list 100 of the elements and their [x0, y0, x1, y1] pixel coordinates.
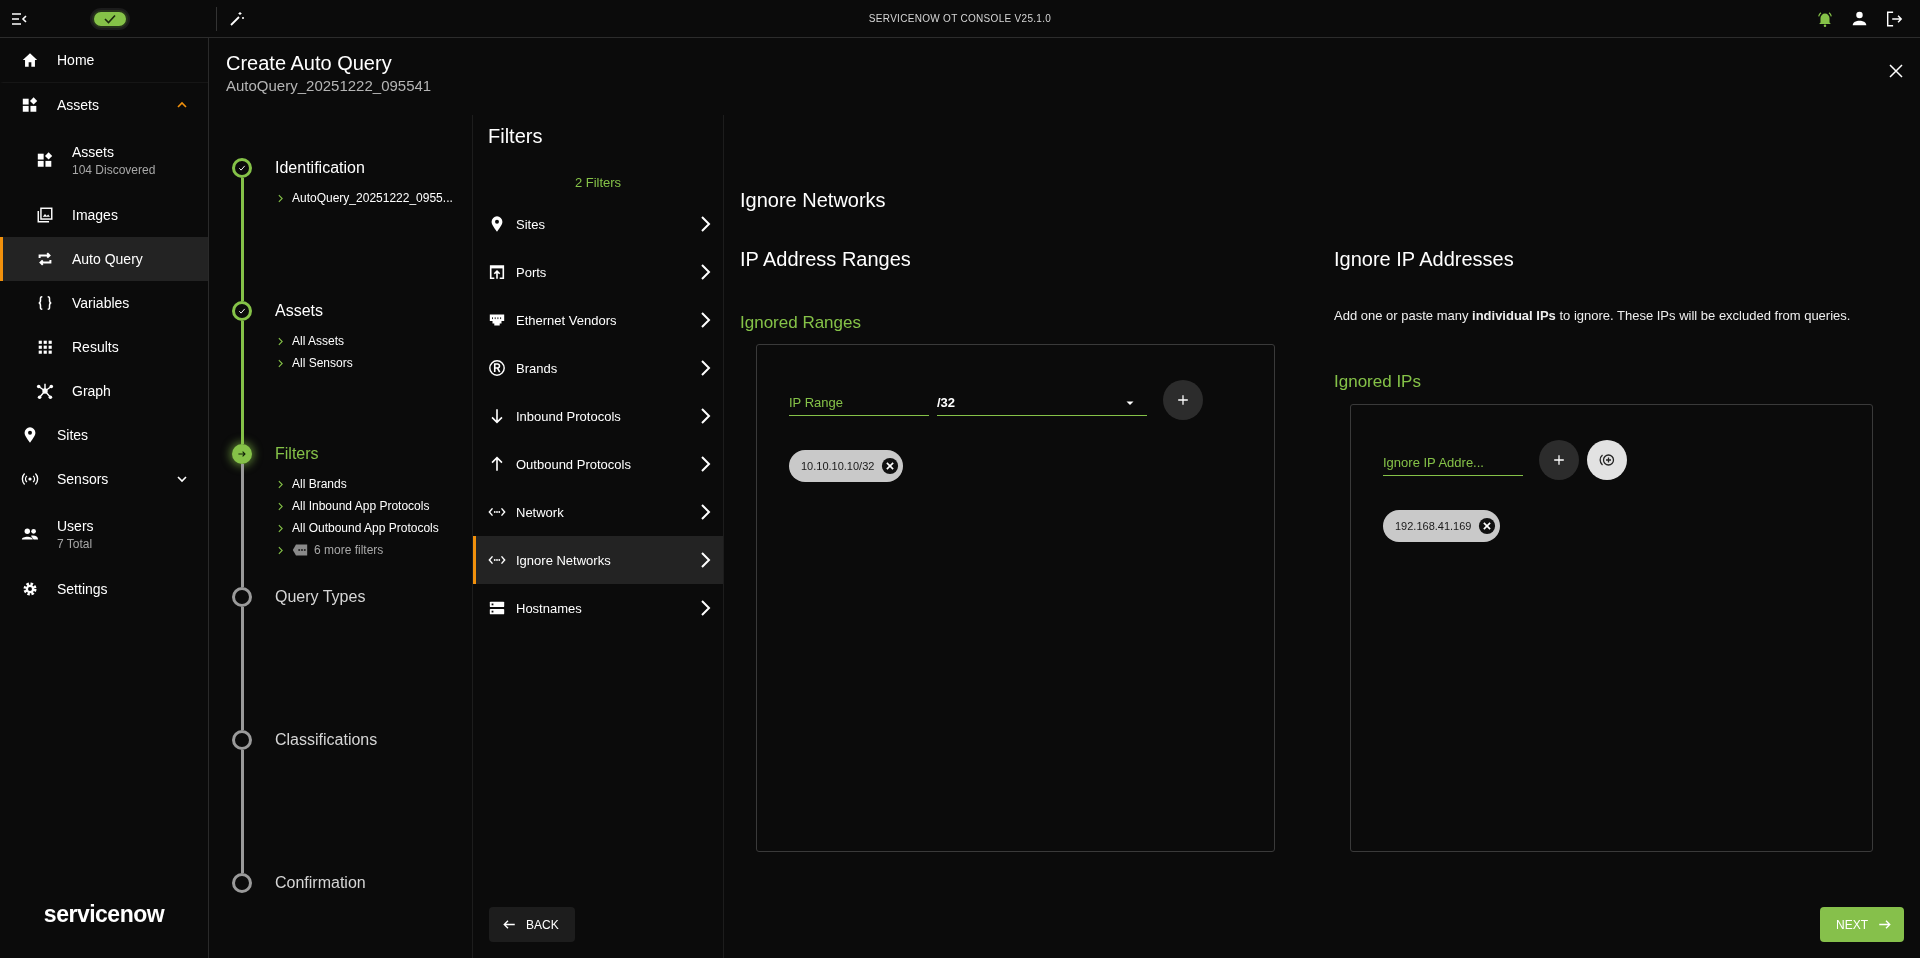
- close-icon[interactable]: [1889, 64, 1903, 78]
- nav-item[interactable]: Sites: [0, 413, 208, 457]
- nav-label: Assets: [57, 97, 99, 113]
- filter-label: Ports: [516, 264, 547, 280]
- nav-label: Results: [72, 339, 119, 355]
- filter-item[interactable]: Hostnames: [473, 584, 723, 632]
- step-detail: All Inbound App Protocols: [292, 499, 430, 513]
- nav-item[interactable]: Assets: [0, 83, 208, 127]
- nav-item[interactable]: Users 7 Total: [0, 501, 208, 567]
- nav-item[interactable]: Sensors: [0, 457, 208, 501]
- ip-chip[interactable]: 10.10.10.10/32: [789, 450, 904, 482]
- filter-item[interactable]: Brands: [473, 344, 723, 392]
- filter-item[interactable]: Network: [473, 488, 723, 536]
- filter-label: Brands: [516, 360, 558, 376]
- remove-icon[interactable]: [881, 457, 900, 475]
- filter-item[interactable]: Ports: [473, 248, 723, 296]
- arrow-right-icon: [1877, 917, 1892, 932]
- step-detail: 6 more filters: [314, 543, 384, 557]
- step-title[interactable]: Identification: [275, 157, 472, 179]
- subsection-title: Ignored Ranges: [740, 313, 862, 333]
- images-icon: [36, 206, 54, 224]
- gear-icon: [21, 580, 39, 598]
- nav-count: 104 Discovered: [72, 162, 156, 177]
- logo: servicenow: [43, 901, 165, 928]
- paste-button[interactable]: [1587, 440, 1627, 480]
- filter-label: Outbound Protocols: [516, 456, 631, 472]
- nav-item[interactable]: Auto Query: [0, 237, 208, 281]
- status-toggle[interactable]: [92, 9, 128, 28]
- nav-label: Graph: [72, 383, 111, 399]
- upload-box-icon: [488, 263, 506, 281]
- server-icon: [488, 599, 506, 617]
- step-detail: AutoQuery_20251222_0955...: [292, 191, 453, 205]
- filter-label: Ignore Networks: [516, 552, 611, 568]
- ip-address-field[interactable]: Ignore IP Addre...: [1383, 444, 1523, 476]
- mask-select[interactable]: /32: [937, 384, 1147, 416]
- filter-item[interactable]: Outbound Protocols: [473, 440, 723, 488]
- page-subtitle: AutoQuery_20251222_095541: [226, 76, 432, 96]
- step-title[interactable]: Classifications: [275, 729, 472, 751]
- nav-count: 7 Total: [57, 536, 94, 551]
- nav-label: Settings: [57, 581, 108, 597]
- add-button[interactable]: [1163, 380, 1203, 420]
- nav-label: Variables: [72, 295, 130, 311]
- step-title[interactable]: Assets: [275, 300, 472, 322]
- filter-label: Sites: [516, 216, 545, 232]
- nav-item[interactable]: Images: [0, 193, 208, 237]
- grid-icon: [36, 338, 54, 356]
- nav-item[interactable]: Assets 104 Discovered: [0, 127, 208, 193]
- nav-item[interactable]: Graph: [0, 369, 208, 413]
- panel-title: Filters: [487, 124, 544, 148]
- nav-label: Home: [57, 52, 95, 68]
- nav-label: Sensors: [57, 471, 109, 487]
- braces-icon: [36, 294, 54, 312]
- add-button[interactable]: [1539, 440, 1579, 480]
- dashboard-icon: [36, 151, 54, 169]
- magic-wand-icon[interactable]: [229, 10, 245, 27]
- graph-icon: [36, 382, 54, 400]
- filter-label: Ethernet Vendors: [516, 312, 617, 328]
- filter-item[interactable]: Sites: [473, 200, 723, 248]
- app-title: SERVICENOW OT CONSOLE V25.1.0: [868, 13, 1052, 24]
- remove-icon[interactable]: [1478, 517, 1497, 535]
- subsection-title: Ignored IPs: [1334, 372, 1422, 392]
- more-tag-icon: [292, 542, 308, 558]
- logout-icon[interactable]: [1885, 9, 1903, 28]
- step-title[interactable]: Filters: [275, 443, 472, 465]
- section-title: Ignore Networks: [740, 188, 887, 212]
- back-button[interactable]: BACK: [489, 907, 575, 942]
- ip-range-field[interactable]: IP Range: [789, 384, 929, 416]
- nav-label: Images: [72, 207, 118, 223]
- nav-item[interactable]: Variables: [0, 281, 208, 325]
- menu-icon[interactable]: [11, 11, 27, 26]
- step-detail: All Outbound App Protocols: [292, 521, 439, 535]
- plus-icon: [1551, 452, 1567, 468]
- filter-item[interactable]: Ethernet Vendors: [473, 296, 723, 344]
- filter-item[interactable]: Ignore Networks: [473, 536, 723, 584]
- arrow-left-icon: [502, 917, 517, 932]
- section-title: Ignore IP Addresses: [1334, 247, 1515, 271]
- step-detail: All Sensors: [292, 356, 353, 370]
- check-icon: [103, 12, 117, 25]
- nav-item[interactable]: Home: [0, 38, 208, 83]
- section-title: IP Address Ranges: [740, 247, 912, 271]
- dashboard-icon: [21, 96, 39, 114]
- filter-label: Inbound Protocols: [516, 408, 621, 424]
- filter-count: 2 Filters: [573, 174, 623, 192]
- nav-label: Sites: [57, 427, 89, 443]
- ip-chip[interactable]: 192.168.41.169: [1383, 510, 1501, 542]
- nav-item[interactable]: Settings: [0, 567, 208, 611]
- nav-label: Users: [57, 517, 94, 534]
- home-icon: [21, 51, 39, 69]
- step-title[interactable]: Confirmation: [275, 872, 472, 894]
- step-title[interactable]: Query Types: [275, 586, 472, 608]
- description: Add one or paste many individual IPs to ignore. These IPs will be excluded from queries.: [1334, 307, 1852, 325]
- step-detail: All Assets: [292, 334, 345, 348]
- nav-label: Assets: [72, 143, 115, 160]
- nav-item[interactable]: Results: [0, 325, 208, 369]
- user-icon[interactable]: [1851, 10, 1868, 27]
- step-detail: All Brands: [292, 477, 347, 491]
- filter-item[interactable]: Inbound Protocols: [473, 392, 723, 440]
- filter-label: Network: [516, 504, 564, 520]
- bell-icon[interactable]: [1816, 9, 1834, 28]
- repeat-icon: [36, 250, 54, 268]
